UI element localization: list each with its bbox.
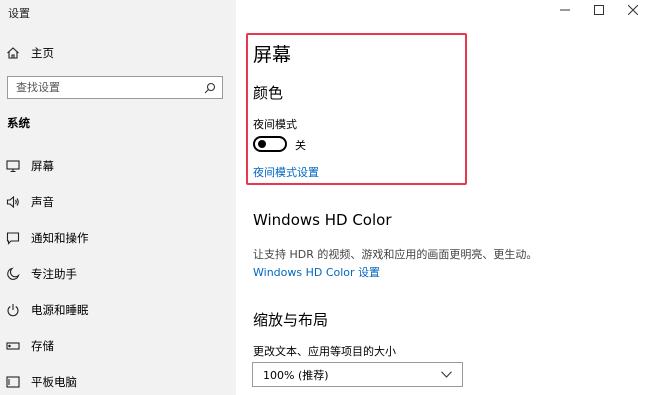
minimize-button[interactable] (548, 0, 582, 20)
sidebar-item-tablet[interactable]: 平板电脑 (6, 372, 230, 392)
scale-dropdown[interactable]: 100% (推荐) (252, 362, 463, 387)
night-mode-settings-link[interactable]: 夜间模式设置 (253, 164, 319, 180)
search-box[interactable] (7, 76, 223, 99)
sidebar-item-label: 电源和睡眠 (31, 303, 89, 317)
close-icon (628, 5, 638, 15)
toggle-knob (258, 140, 266, 148)
tablet-icon (6, 376, 20, 388)
sidebar-item-display[interactable]: 屏幕 (6, 156, 230, 176)
close-button[interactable] (616, 0, 650, 20)
maximize-button[interactable] (582, 0, 616, 20)
hd-color-description: 让支持 HDR 的视频、游戏和应用的画面更明亮、更生动。 (253, 248, 538, 261)
search-input[interactable] (16, 81, 204, 94)
scale-label: 更改文本、应用等项目的大小 (253, 345, 396, 358)
sidebar-item-label: 通知和操作 (31, 231, 89, 245)
sidebar-item-label: 声音 (31, 195, 54, 209)
sidebar-item-label: 屏幕 (31, 159, 54, 173)
notification-icon (6, 232, 20, 245)
sidebar: 设置 主页 系统 屏幕 声音 通知和操作 专注助手 (0, 0, 236, 395)
window-title: 设置 (8, 7, 30, 20)
speaker-icon (6, 195, 19, 209)
night-mode-state: 关 (295, 139, 306, 152)
home-label: 主页 (31, 46, 54, 60)
sidebar-item-notifications[interactable]: 通知和操作 (6, 228, 230, 248)
window-controls (548, 0, 650, 20)
night-mode-toggle[interactable] (253, 136, 287, 152)
chevron-down-icon (441, 371, 452, 378)
section-label-system: 系统 (7, 116, 30, 130)
hd-color-settings-link[interactable]: Windows HD Color 设置 (253, 264, 380, 280)
color-heading: 颜色 (253, 84, 284, 102)
scale-dropdown-value: 100% (推荐) (263, 368, 329, 382)
sidebar-item-focus-assist[interactable]: 专注助手 (6, 264, 230, 284)
power-icon (7, 304, 19, 317)
sidebar-item-storage[interactable]: 存储 (6, 336, 230, 356)
maximize-icon (594, 5, 604, 15)
sidebar-item-home[interactable]: 主页 (6, 44, 54, 62)
search-icon[interactable] (204, 82, 216, 94)
moon-icon (7, 267, 20, 280)
sidebar-item-power[interactable]: 电源和睡眠 (6, 300, 230, 320)
sidebar-item-label: 平板电脑 (31, 375, 77, 389)
page-title: 屏幕 (253, 44, 292, 66)
hd-color-heading: Windows HD Color (253, 211, 392, 229)
sidebar-item-label: 专注助手 (31, 267, 77, 281)
monitor-icon (6, 160, 20, 173)
minimize-icon (560, 9, 570, 11)
scale-heading: 缩放与布局 (253, 311, 329, 329)
night-mode-label: 夜间模式 (253, 118, 297, 131)
home-icon (7, 47, 19, 59)
storage-icon (6, 342, 20, 350)
sidebar-item-label: 存储 (31, 339, 54, 353)
sidebar-item-sound[interactable]: 声音 (6, 192, 230, 212)
